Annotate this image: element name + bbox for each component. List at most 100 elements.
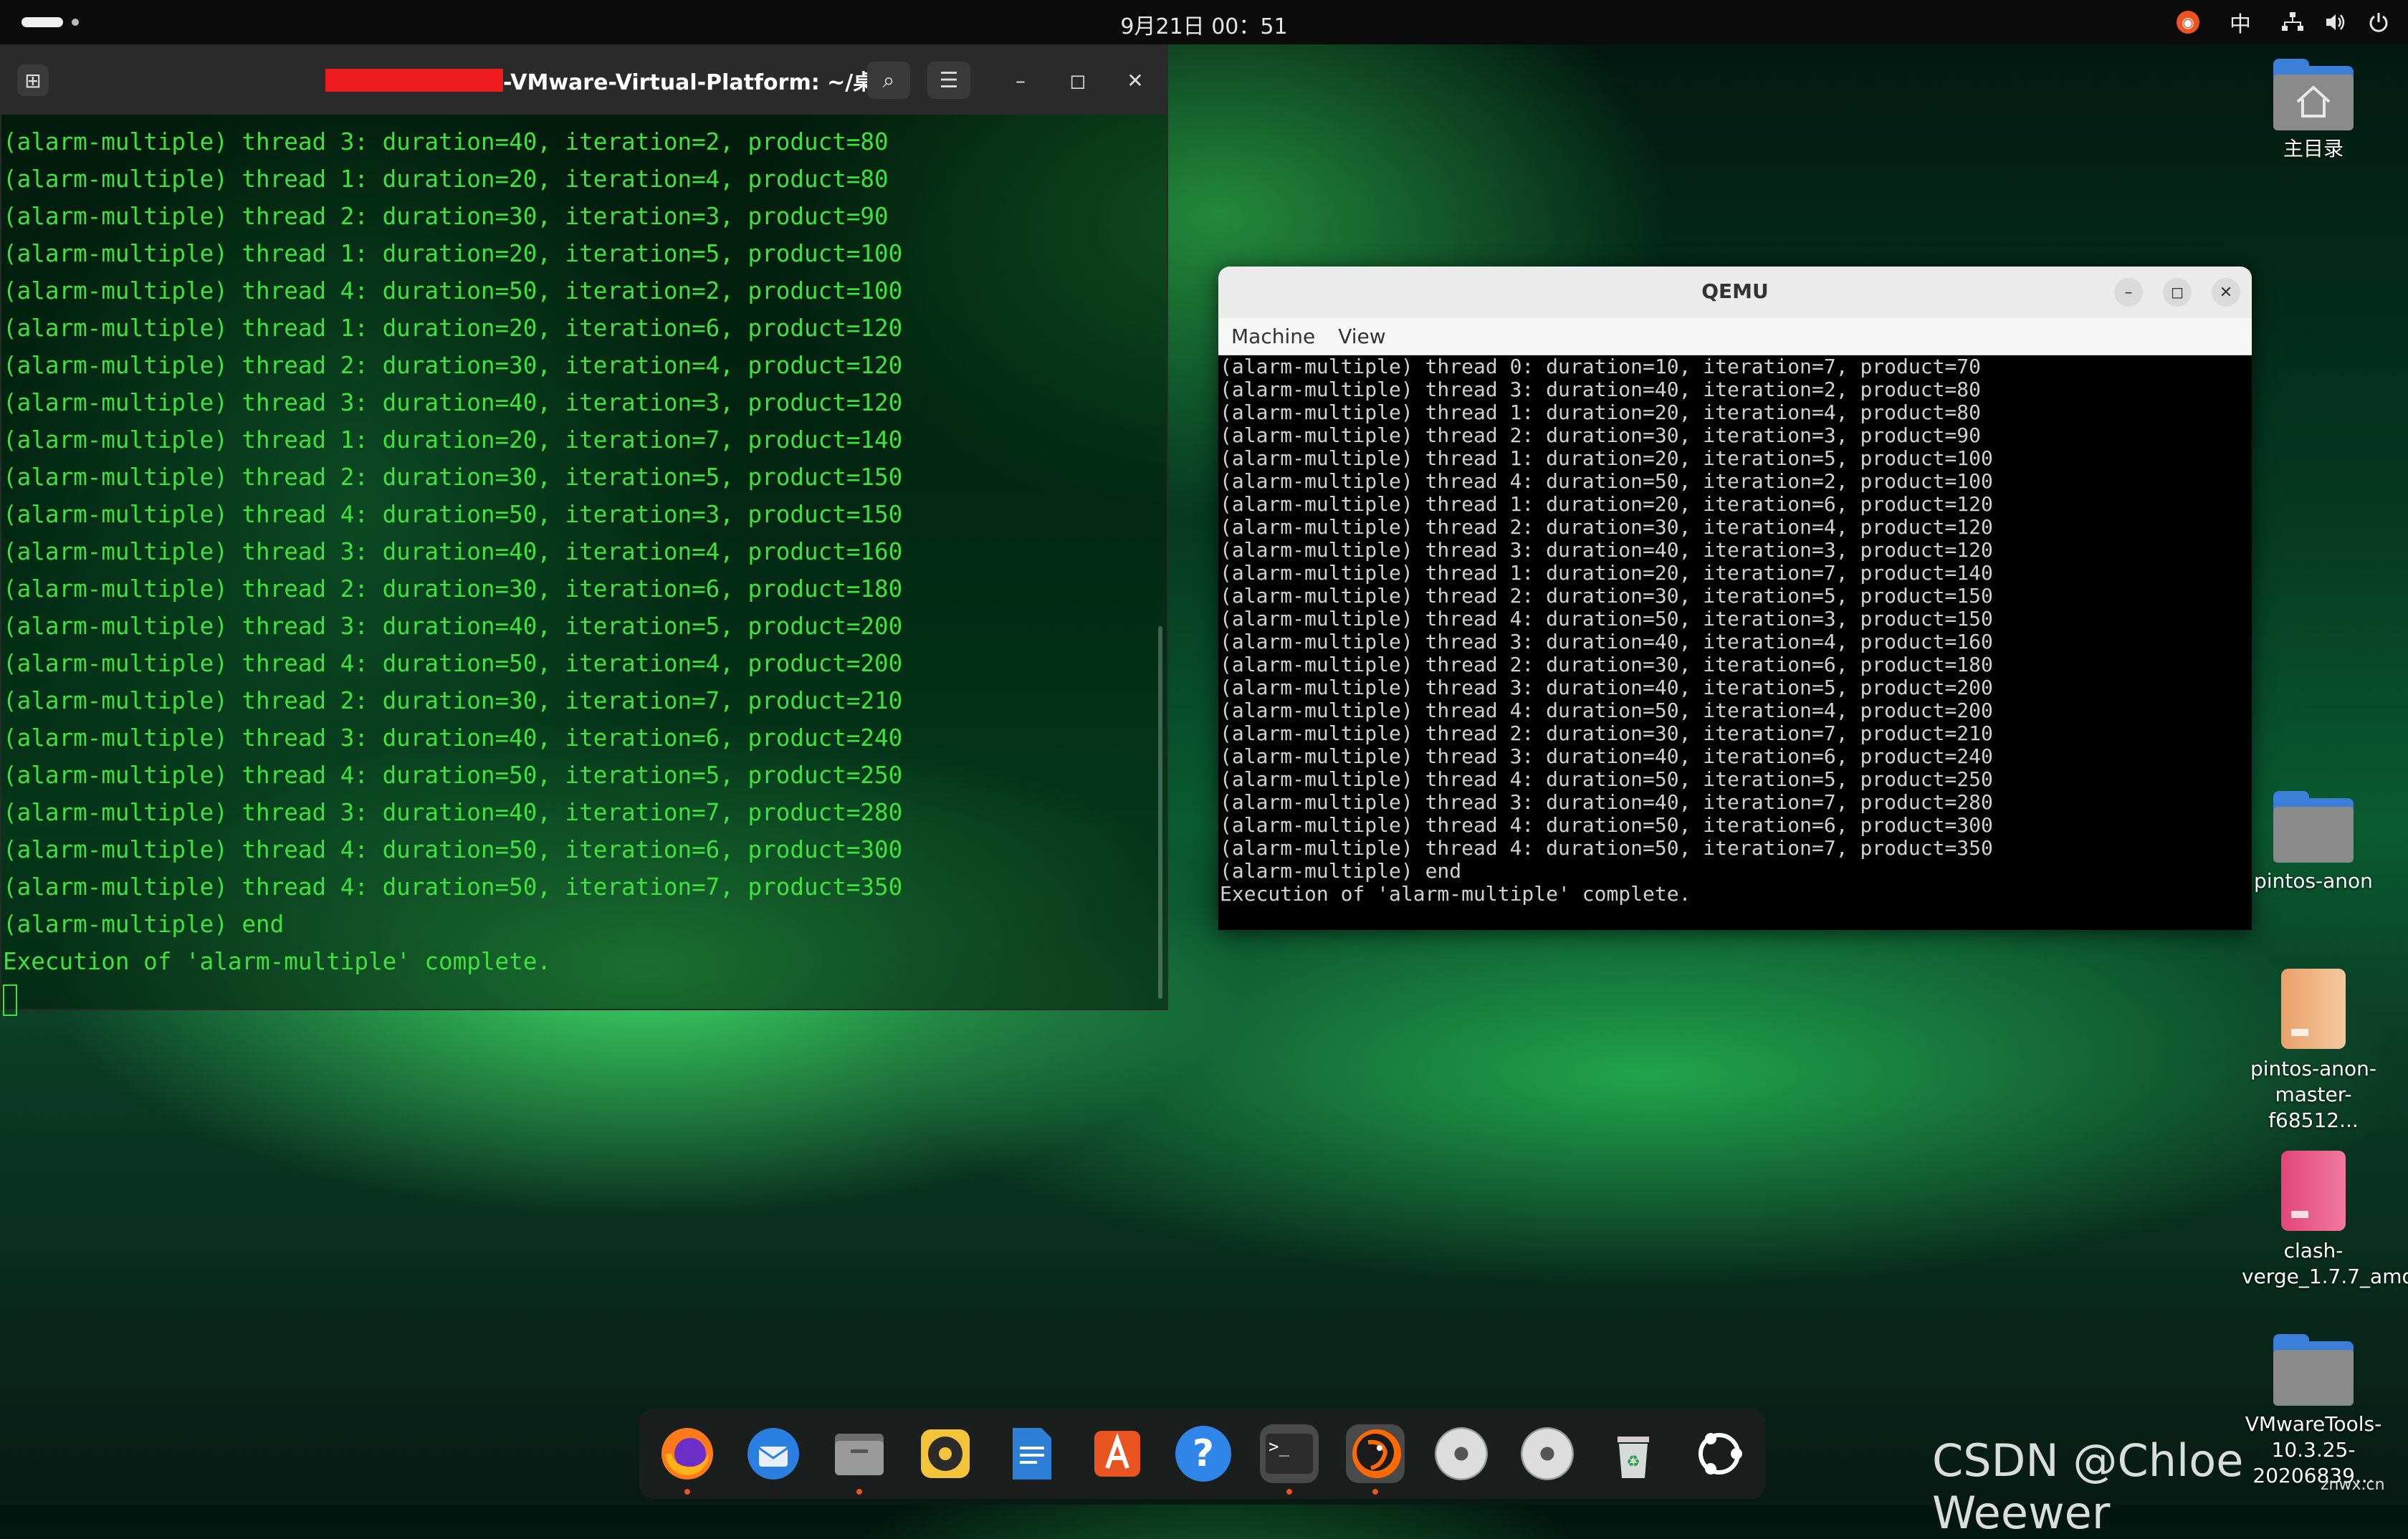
folder-icon [2273,791,2354,863]
terminal-line: (alarm-multiple) thread 4: duration=50, … [3,873,903,901]
qemu-console-line: (alarm-multiple) thread 2: duration=30, … [1220,515,1993,539]
terminal-line: (alarm-multiple) thread 4: duration=50, … [3,277,903,305]
help-glyph: ? [1175,1426,1231,1482]
qemu-console-line: (alarm-multiple) thread 1: duration=20, … [1220,492,1993,516]
terminal-menu-button[interactable]: ☰ [927,62,970,99]
qemu-console-line: (alarm-multiple) thread 2: duration=30, … [1220,653,1993,676]
terminal-line: (alarm-multiple) thread 3: duration=40, … [3,799,903,826]
maximize-icon: ◻ [1069,68,1086,92]
terminal-line: (alarm-multiple) thread 2: duration=30, … [3,464,903,491]
site-watermark: znwx.cn [2321,1476,2385,1494]
terminal-headerbar[interactable]: ⊞ -VMware-Virtual-Platform: ~/桌面 ⌕ ☰ – ◻… [1,46,1167,115]
terminal-line: (alarm-multiple) thread 3: duration=40, … [3,724,903,752]
terminal-line: Execution of 'alarm-multiple' complete. [3,948,551,975]
qemu-console-line: (alarm-multiple) thread 3: duration=40, … [1220,744,1993,768]
terminal-line: (alarm-multiple) thread 1: duration=20, … [3,166,889,193]
ubuntu-indicator-icon[interactable]: ◉ [2176,10,2200,34]
writer-icon[interactable] [1002,1424,1061,1483]
qemu-console-line: (alarm-multiple) thread 2: duration=30, … [1220,423,1982,447]
qemu-console-line: (alarm-multiple) thread 4: duration=50, … [1220,699,1993,722]
disc-icon[interactable] [1432,1424,1491,1483]
qemu-console-line: (alarm-multiple) thread 2: duration=30, … [1220,721,1993,745]
qemu-close-button[interactable]: ✕ [2212,278,2240,307]
minimize-button[interactable]: – [1006,66,1035,95]
hamburger-menu-icon: ☰ [939,67,959,93]
qemu-display[interactable]: (alarm-multiple) thread 0: duration=10, … [1218,355,2252,930]
terminal-line: (alarm-multiple) thread 1: duration=20, … [3,426,903,454]
volume-icon[interactable] [2323,10,2348,34]
terminal-line: (alarm-multiple) thread 2: duration=30, … [3,687,903,714]
terminal-line: (alarm-multiple) thread 2: duration=30, … [3,352,903,379]
terminal-title: -VMware-Virtual-Platform: ~/桌面 [325,66,896,95]
desktop-icon-clash-deb[interactable]: clash-verge_1.7.7_amd64.deb [2242,1151,2408,1290]
qemu-icon[interactable] [1346,1424,1405,1495]
qemu-console-line: (alarm-multiple) thread 4: duration=50, … [1220,836,1993,860]
qemu-console-line: (alarm-multiple) thread 3: duration=40, … [1220,790,1993,814]
qemu-minimize-button[interactable]: – [2114,278,2143,307]
desktop-icon-home[interactable]: 主目录 [2242,59,2385,162]
new-tab-button[interactable]: ⊞ [17,64,49,96]
qemu-console-line: (alarm-multiple) thread 1: duration=20, … [1220,446,1993,470]
terminal-title-text: -VMware-Virtual-Platform: ~/桌面 [503,70,897,95]
deb-package-icon [2281,1151,2346,1231]
power-icon[interactable] [2366,10,2391,34]
terminal-output[interactable]: (alarm-multiple) thread 3: duration=40, … [3,123,1150,1017]
desktop-icon-label: pintos-anon-master-f68512... [2250,1057,2376,1132]
zip-archive-icon [2281,969,2346,1049]
clock[interactable]: 9月21日 00：51 [0,9,2408,40]
terminal-scrollbar[interactable] [1158,626,1162,999]
terminal-line: (alarm-multiple) thread 2: duration=30, … [3,575,903,603]
input-method-indicator[interactable]: 中 [2219,10,2262,37]
qemu-console-line: (alarm-multiple) thread 4: duration=50, … [1220,607,1993,631]
qemu-console-line: (alarm-multiple) thread 3: duration=40, … [1220,676,1993,699]
terminal-line: (alarm-multiple) thread 3: duration=40, … [3,538,903,565]
system-tray[interactable]: ◉ 中 [2176,7,2391,37]
desktop-icon-pintos-folder[interactable]: pintos-anon [2242,791,2385,894]
desktop-icon-label: 主目录 [2283,137,2344,160]
qemu-titlebar[interactable]: QEMU – ◻ ✕ [1218,267,2252,318]
app-center-icon[interactable] [1088,1424,1147,1483]
terminal-cursor [3,984,17,1016]
dock: ? >_ ♻ [639,1409,1766,1499]
show-apps-icon[interactable] [1690,1424,1749,1483]
terminal-line: (alarm-multiple) thread 3: duration=40, … [3,128,889,155]
top-bar: 9月21日 00：51 ◉ 中 [0,0,2408,44]
desktop-icon-pintos-zip[interactable]: pintos-anon-master-f68512... [2242,969,2385,1133]
svg-text:♻: ♻ [1626,1453,1640,1471]
terminal-line: (alarm-multiple) thread 2: duration=30, … [3,203,889,230]
qemu-console-line: (alarm-multiple) thread 4: duration=50, … [1220,767,1993,791]
terminal-icon[interactable]: >_ [1260,1424,1319,1495]
minimize-icon: – [1016,68,1026,92]
terminal-search-button[interactable]: ⌕ [867,62,910,99]
trash-icon[interactable]: ♻ [1604,1424,1663,1483]
menu-machine[interactable]: Machine [1231,325,1315,348]
qemu-window[interactable]: QEMU – ◻ ✕ Machine View (alarm-multiple)… [1218,267,2252,930]
files-icon[interactable] [830,1424,889,1495]
maximize-button[interactable]: ◻ [1064,66,1092,95]
new-tab-icon: ⊞ [24,68,42,92]
firefox-icon[interactable] [658,1424,717,1495]
qemu-console-line: Execution of 'alarm-multiple' complete. [1220,882,1691,906]
thunderbird-icon[interactable] [744,1424,803,1483]
menu-view[interactable]: View [1338,325,1385,348]
close-icon: ✕ [2219,283,2233,302]
terminal-line: (alarm-multiple) thread 1: duration=20, … [3,240,903,267]
qemu-console-line: (alarm-multiple) thread 1: duration=20, … [1220,401,1982,424]
rhythmbox-icon[interactable] [916,1424,975,1483]
qemu-console-line: (alarm-multiple) thread 3: duration=40, … [1220,630,1993,653]
help-icon[interactable]: ? [1174,1424,1233,1483]
network-icon[interactable] [2280,10,2305,34]
disc-icon-2[interactable] [1518,1424,1577,1483]
terminal-line: (alarm-multiple) thread 4: duration=50, … [3,836,903,863]
terminal-glyph: >_ [1266,1434,1313,1474]
terminal-line: (alarm-multiple) end [3,911,285,938]
qemu-maximize-button[interactable]: ◻ [2163,278,2192,307]
maximize-icon: ◻ [2170,283,2184,302]
qemu-console-output: (alarm-multiple) thread 0: duration=10, … [1220,355,1993,906]
close-button[interactable]: ✕ [1121,66,1150,95]
terminal-line: (alarm-multiple) thread 3: duration=40, … [3,613,903,640]
qemu-console-line: (alarm-multiple) thread 3: duration=40, … [1220,378,1982,401]
folder-icon [2273,1334,2354,1406]
qemu-menubar: Machine View [1218,318,2252,355]
terminal-window[interactable]: ⊞ -VMware-Virtual-Platform: ~/桌面 ⌕ ☰ – ◻… [0,44,1168,1016]
